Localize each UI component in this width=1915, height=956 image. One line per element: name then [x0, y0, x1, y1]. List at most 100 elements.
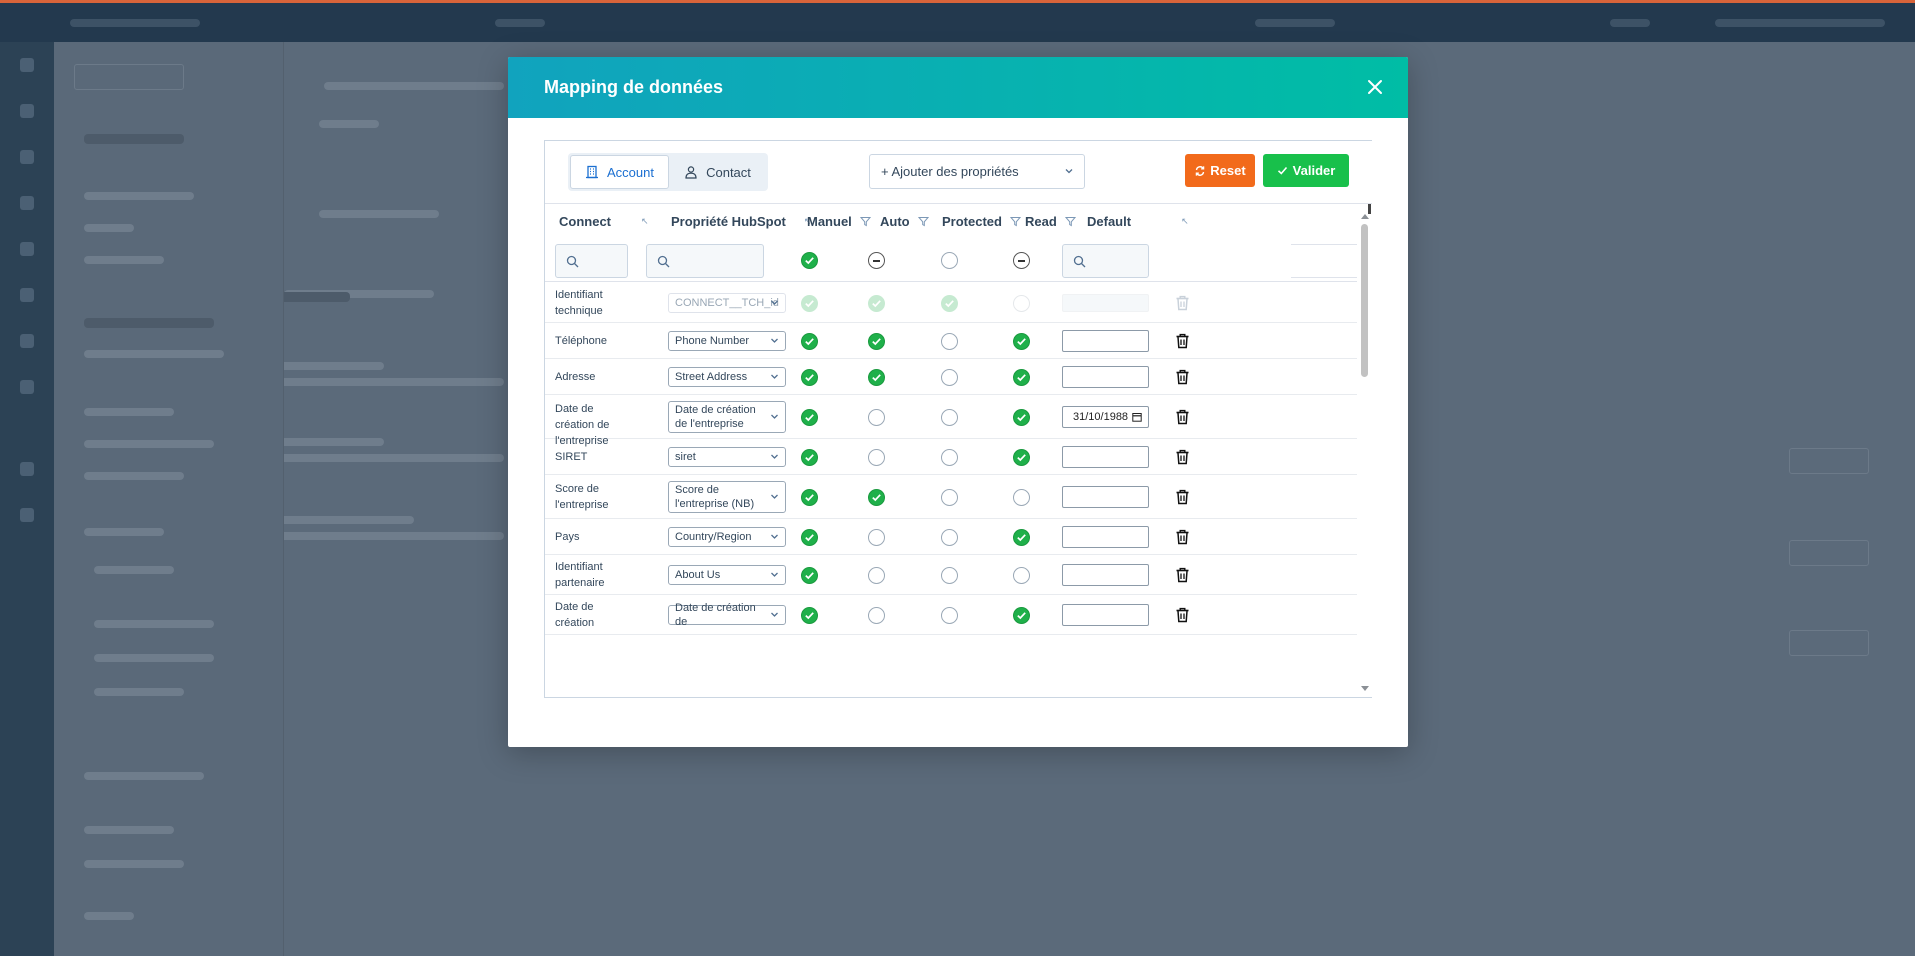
scroll-down-arrow[interactable]	[1361, 686, 1369, 691]
scroll-up-arrow[interactable]	[1361, 214, 1369, 219]
add-properties-dropdown[interactable]: + Ajouter des propriétés	[869, 154, 1085, 189]
filter-icon[interactable]	[1064, 216, 1076, 227]
filter-icon[interactable]	[1009, 216, 1021, 227]
protected-checkbox[interactable]	[941, 488, 958, 506]
protected-checkbox[interactable]	[941, 368, 958, 386]
trash-icon[interactable]	[1175, 369, 1190, 385]
scrollbar-thumb[interactable]	[1361, 224, 1368, 377]
trash-icon[interactable]	[1175, 333, 1190, 349]
column-header-hubspot[interactable]: Propriété HubSpot ↖	[671, 214, 811, 229]
hubspot-search-input[interactable]	[646, 244, 764, 278]
protected-filter-checkbox[interactable]	[941, 252, 958, 269]
protected-checkbox[interactable]	[941, 332, 958, 350]
read-checkbox[interactable]	[1013, 488, 1030, 506]
trash-icon[interactable]	[1175, 489, 1190, 505]
manuel-checkbox[interactable]	[801, 566, 818, 584]
hubspot-property-select[interactable]: About Us	[668, 565, 786, 585]
hubspot-property-select[interactable]: Score de l'entreprise (NB)	[668, 481, 786, 513]
auto-checkbox[interactable]	[868, 408, 885, 426]
protected-checkbox[interactable]	[941, 408, 958, 426]
auto-checkbox[interactable]	[868, 368, 885, 386]
tab-account[interactable]: Account	[570, 155, 669, 189]
search-blur	[495, 19, 545, 27]
building-icon	[586, 165, 598, 179]
protected-checkbox[interactable]	[941, 528, 958, 546]
protected-checkbox[interactable]	[941, 566, 958, 584]
read-checkbox[interactable]	[1013, 368, 1030, 386]
manuel-checkbox[interactable]	[801, 528, 818, 546]
chevron-down-icon	[771, 374, 778, 379]
table-row: SIRET siret	[545, 439, 1357, 475]
column-header-read[interactable]: Read	[1025, 214, 1076, 229]
check-icon	[805, 493, 814, 501]
check-icon	[1277, 166, 1287, 175]
auto-filter-checkbox[interactable]	[868, 252, 885, 269]
default-value-input[interactable]: 31/10/1988	[1062, 406, 1149, 428]
column-header-default[interactable]: Default ↖	[1087, 214, 1189, 229]
hubspot-property-select: CONNECT__TCH_id	[668, 293, 786, 313]
filter-icon[interactable]	[917, 216, 929, 227]
auto-checkbox[interactable]	[868, 606, 885, 624]
table-body: Identifiant technique CONNECT__TCH_id Télé…	[545, 283, 1357, 697]
trash-icon[interactable]	[1175, 529, 1190, 545]
auto-checkbox[interactable]	[868, 332, 885, 350]
hubspot-property-select[interactable]: Street Address	[668, 367, 786, 387]
reset-button[interactable]: Reset	[1185, 154, 1255, 187]
default-value-input[interactable]	[1062, 604, 1149, 626]
hubspot-property-select[interactable]: Country/Region	[668, 527, 786, 547]
column-header-protected[interactable]: Protected	[942, 214, 1021, 229]
calendar-icon[interactable]	[1132, 412, 1142, 422]
read-filter-checkbox[interactable]	[1013, 252, 1030, 269]
table-scrollbar[interactable]	[1357, 204, 1372, 697]
manuel-checkbox[interactable]	[801, 408, 818, 426]
default-value-input[interactable]	[1062, 330, 1149, 352]
default-value-input[interactable]	[1062, 486, 1149, 508]
default-search-input[interactable]	[1062, 244, 1149, 278]
read-checkbox[interactable]	[1013, 606, 1030, 624]
auto-checkbox[interactable]	[868, 566, 885, 584]
help-blur	[1610, 19, 1650, 27]
nav-icon	[20, 288, 34, 302]
default-value-input[interactable]	[1062, 446, 1149, 468]
read-checkbox[interactable]	[1013, 332, 1030, 350]
close-icon[interactable]	[1362, 74, 1388, 100]
default-value-input[interactable]	[1062, 366, 1149, 388]
hubspot-property-select[interactable]: Date de création de l'entreprise	[668, 401, 786, 433]
auto-checkbox[interactable]	[868, 448, 885, 466]
chevron-down-icon	[771, 534, 778, 539]
sort-icon[interactable]: ↖	[641, 216, 649, 227]
tab-contact[interactable]: Contact	[669, 155, 766, 189]
manuel-checkbox[interactable]	[801, 332, 818, 350]
read-checkbox[interactable]	[1013, 528, 1030, 546]
read-checkbox[interactable]	[1013, 408, 1030, 426]
sort-icon[interactable]: ↖	[1181, 216, 1189, 227]
hubspot-property-select[interactable]: Date de création de	[668, 602, 786, 628]
hubspot-property-select[interactable]: siret	[668, 447, 786, 467]
column-header-connect[interactable]: Connect ↖	[559, 214, 649, 229]
manuel-checkbox[interactable]	[801, 488, 818, 506]
trash-icon[interactable]	[1175, 567, 1190, 583]
read-checkbox[interactable]	[1013, 566, 1030, 584]
column-header-manuel[interactable]: Manuel	[807, 214, 871, 229]
protected-checkbox[interactable]	[941, 448, 958, 466]
column-label: Auto	[880, 214, 910, 229]
protected-checkbox[interactable]	[941, 606, 958, 624]
manuel-filter-checkbox[interactable]	[801, 252, 818, 269]
default-value-input[interactable]	[1062, 564, 1149, 586]
connect-search-input[interactable]	[555, 244, 628, 278]
manuel-checkbox[interactable]	[801, 606, 818, 624]
valider-button[interactable]: Valider	[1263, 154, 1349, 187]
hubspot-property-value: Date de création de l'entreprise	[675, 404, 756, 430]
trash-icon[interactable]	[1175, 607, 1190, 623]
manuel-checkbox[interactable]	[801, 448, 818, 466]
read-checkbox[interactable]	[1013, 448, 1030, 466]
manuel-checkbox[interactable]	[801, 368, 818, 386]
filter-icon[interactable]	[859, 216, 871, 227]
hubspot-property-select[interactable]: Phone Number	[668, 331, 786, 351]
column-header-auto[interactable]: Auto	[880, 214, 929, 229]
auto-checkbox[interactable]	[868, 528, 885, 546]
trash-icon[interactable]	[1175, 449, 1190, 465]
auto-checkbox[interactable]	[868, 488, 885, 506]
trash-icon[interactable]	[1175, 409, 1190, 425]
default-value-input[interactable]	[1062, 526, 1149, 548]
